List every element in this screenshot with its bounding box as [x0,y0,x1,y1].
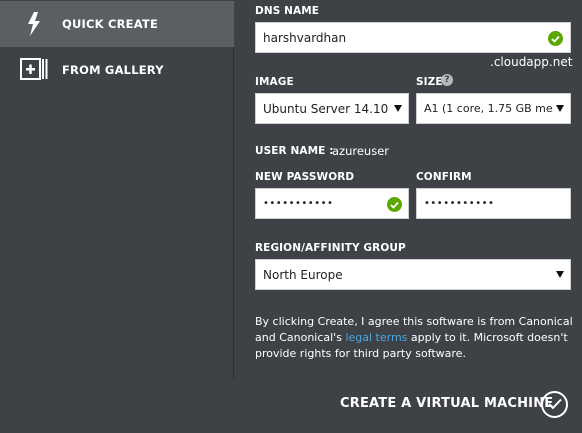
sidebar-item-label: QUICK CREATE [62,17,159,31]
dns-name-input[interactable]: harshvardhan [255,22,571,53]
confirm-password-input[interactable]: ••••••••••• [416,188,571,219]
sidebar-item-quick-create[interactable]: QUICK CREATE [0,1,234,47]
confirm-password-value: ••••••••••• [424,198,495,209]
new-password-input[interactable]: ••••••••••• [255,188,409,219]
size-label: SIZE [416,76,443,88]
dns-suffix: .cloudapp.net [490,55,573,69]
create-vm-button[interactable] [541,391,568,418]
sidebar: QUICK CREATE FROM GALLERY [0,0,234,378]
new-password-value: ••••••••••• [263,198,334,209]
new-password-label: NEW PASSWORD [255,171,355,183]
checkmark-icon [547,395,562,414]
region-select[interactable]: North Europe [255,259,571,290]
chevron-down-icon [556,105,564,112]
image-label: IMAGE [255,76,294,88]
valid-check-icon [548,31,563,46]
chevron-down-icon [394,105,402,112]
valid-check-icon [387,197,402,212]
size-select-value: A1 (1 core, 1.75 GB me [424,102,552,115]
sidebar-item-from-gallery[interactable]: FROM GALLERY [0,47,234,93]
create-vm-label: CREATE A VIRTUAL MACHINE [340,396,554,411]
confirm-label: CONFIRM [416,171,472,183]
legal-terms-link[interactable]: legal terms [345,331,407,344]
sidebar-item-label: FROM GALLERY [62,63,164,77]
image-select[interactable]: Ubuntu Server 14.10 [255,93,409,124]
gallery-add-icon [20,56,48,84]
user-name-value: azureuser [332,144,390,158]
legal-note: By clicking Create, I agree this softwar… [255,314,577,362]
dns-name-label: DNS NAME [255,5,320,17]
image-select-value: Ubuntu Server 14.10 [263,101,389,116]
lightning-icon [20,10,48,38]
user-name-label: USER NAME : [255,145,334,157]
region-label: REGION/AFFINITY GROUP [255,242,406,254]
dns-name-value: harshvardhan [263,30,347,45]
chevron-down-icon [556,271,564,278]
help-icon[interactable]: ? [441,74,453,86]
region-select-value: North Europe [263,267,343,282]
size-select[interactable]: A1 (1 core, 1.75 GB me [416,93,571,124]
